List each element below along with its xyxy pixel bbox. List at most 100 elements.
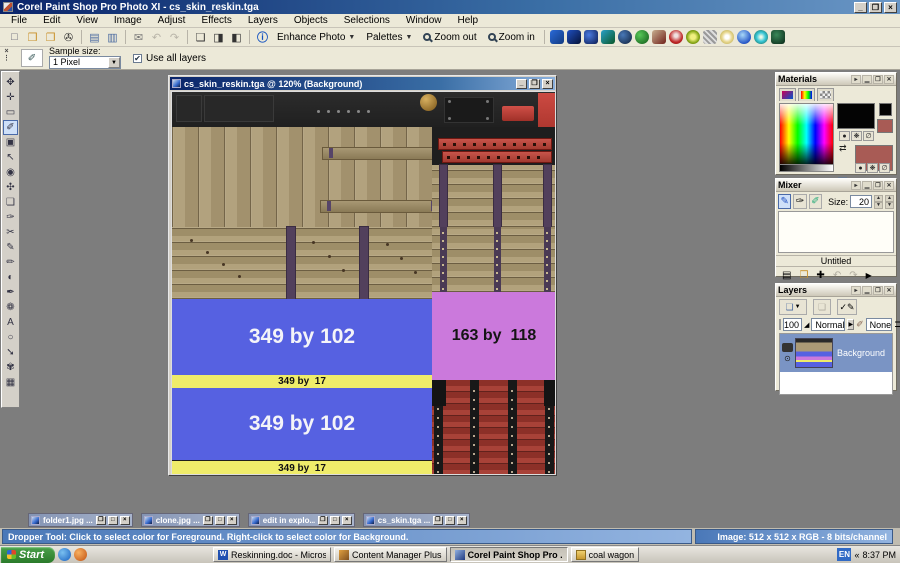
menu-adjust[interactable]: Adjust <box>151 14 193 27</box>
plugin-icon[interactable] <box>737 30 751 44</box>
minimized-doc-cs-skin[interactable]: cs_skin.tga ... ❐□× <box>363 513 470 527</box>
new-layer-button[interactable]: ❏▼ <box>779 299 807 315</box>
menu-image[interactable]: Image <box>107 14 149 27</box>
plugin-icon[interactable] <box>635 30 649 44</box>
plugin-icon[interactable] <box>720 30 734 44</box>
clone-brush-tool[interactable]: ❏ <box>3 195 18 210</box>
image-canvas[interactable]: 349 by 102 349 by 17 349 by 102 349 by 1… <box>171 91 556 475</box>
menu-objects[interactable]: Objects <box>287 14 335 27</box>
image-minimize-button[interactable]: _ <box>516 79 527 89</box>
plugin-icon[interactable] <box>771 30 785 44</box>
makeover-tool[interactable]: ✣ <box>3 180 18 195</box>
new-icon[interactable]: □ <box>6 29 23 45</box>
image-close-button[interactable]: × <box>542 79 553 89</box>
bg-color-style-icon[interactable]: ● <box>855 163 866 173</box>
pan-tool[interactable]: ✥ <box>3 75 18 90</box>
image-window-title-bar[interactable]: cs_skin_reskin.tga @ 120% (Background) _… <box>170 77 555 90</box>
warp-brush-tool[interactable]: ✾ <box>3 360 18 375</box>
minimize-button[interactable]: _ <box>854 2 867 13</box>
mixer-knife-tool[interactable]: ✑ <box>793 194 806 209</box>
blend-mode-arrow-icon[interactable]: ▶ <box>847 319 854 330</box>
maximize-icon[interactable]: □ <box>445 516 455 525</box>
opacity-slider-icon[interactable]: ◢ <box>804 321 809 329</box>
panel-minimize-icon[interactable]: ▁ <box>862 181 872 190</box>
plugin-icon[interactable] <box>652 30 666 44</box>
panel-maximize-icon[interactable]: ❐ <box>873 286 883 295</box>
capture-icon[interactable]: ◨ <box>210 29 227 45</box>
tray-expand-icon[interactable]: « <box>854 550 859 560</box>
twain-acquire-icon[interactable]: ✇ <box>60 29 77 45</box>
move-tool[interactable]: ✛ <box>3 90 18 105</box>
mesh-warp-tool[interactable]: ▦ <box>3 375 18 390</box>
foreground-swatch[interactable] <box>837 103 875 129</box>
edit-selection-button[interactable]: ✓✎ <box>837 299 857 315</box>
mixer-unmix-icon[interactable]: ↶ <box>833 270 841 281</box>
close-icon[interactable]: × <box>120 516 130 525</box>
info-icon[interactable]: ⓘ <box>254 29 271 45</box>
mixer-area[interactable] <box>778 211 894 253</box>
use-all-layers-checkbox[interactable]: ✔ <box>133 54 142 63</box>
start-button[interactable]: Start <box>1 547 55 563</box>
size-spinner-2[interactable]: ▲▼ <box>885 195 894 209</box>
language-indicator[interactable]: EN <box>837 548 851 561</box>
task-button-coal-wagon[interactable]: coal wagon <box>571 547 640 562</box>
plugin-icon[interactable] <box>618 30 632 44</box>
resize-icon[interactable]: ❑ <box>192 29 209 45</box>
panel-maximize-icon[interactable]: ❐ <box>873 181 883 190</box>
bg-gradient-style-icon[interactable]: ❋ <box>867 163 878 173</box>
open-icon[interactable]: ❒ <box>24 29 41 45</box>
plugin-icon[interactable] <box>584 30 598 44</box>
panel-maximize-icon[interactable]: ❐ <box>873 75 883 84</box>
scratch-remover-tool[interactable]: ✑ <box>3 210 18 225</box>
mixer-title-bar[interactable]: Mixer ▸ ▁ ❐ ✕ <box>776 179 896 192</box>
pen-tool[interactable]: ➘ <box>3 345 18 360</box>
background-color-mini[interactable] <box>877 119 893 133</box>
plugin-icon[interactable] <box>703 30 717 44</box>
zoom-out-button[interactable]: Zoom out <box>418 31 481 44</box>
menu-effects[interactable]: Effects <box>194 14 238 27</box>
undo-icon[interactable]: ↶ <box>148 29 165 45</box>
delete-layer-button[interactable]: ❏ <box>813 299 831 315</box>
menu-view[interactable]: View <box>69 14 105 27</box>
plugin-icon[interactable] <box>754 30 768 44</box>
close-icon[interactable]: × <box>457 516 467 525</box>
save-as-icon[interactable]: ▥ <box>104 29 121 45</box>
panel-pin-icon[interactable]: ▸ <box>851 286 861 295</box>
lighten-darken-tool[interactable]: ◐ <box>3 270 18 285</box>
dropper-tool[interactable]: ✐ <box>3 120 18 135</box>
minimized-doc-edit[interactable]: edit in explo... ❐□× <box>248 513 355 527</box>
fg-transparent-icon[interactable]: ∅ <box>863 131 874 141</box>
crop-tool[interactable]: ▣ <box>3 135 18 150</box>
panel-pin-icon[interactable]: ▸ <box>851 75 861 84</box>
opacity-input[interactable]: 100 <box>783 318 802 331</box>
link-select[interactable]: None <box>866 318 893 331</box>
enhance-photo-button[interactable]: Enhance Photo▼ <box>272 31 360 44</box>
layers-title-bar[interactable]: Layers ▸ ▁ ❐ ✕ <box>776 284 896 297</box>
text-tool[interactable]: A <box>3 315 18 330</box>
mixer-add-icon[interactable]: ✚ <box>816 270 824 281</box>
menu-help[interactable]: Help <box>450 14 485 27</box>
refresh-icon[interactable]: ◧ <box>228 29 245 45</box>
menu-selections[interactable]: Selections <box>337 14 397 27</box>
swap-colors-icon[interactable]: ⇄ <box>839 143 847 154</box>
email-icon[interactable]: ✉ <box>130 29 147 45</box>
image-maximize-button[interactable]: ❐ <box>529 79 540 89</box>
layer-row-background[interactable]: ⊙ Background <box>780 334 892 372</box>
lock-icon[interactable]: ⊐ <box>894 319 900 330</box>
palettes-button[interactable]: Palettes▼ <box>361 31 417 44</box>
red-eye-tool[interactable]: ◉ <box>3 165 18 180</box>
restore-icon[interactable]: ❐ <box>433 516 443 525</box>
rainbow-tab[interactable] <box>798 88 815 101</box>
close-icon[interactable]: × <box>342 516 352 525</box>
swatches-tab[interactable] <box>817 88 834 101</box>
menu-layers[interactable]: Layers <box>241 14 285 27</box>
task-button-paint-shop-pro[interactable]: Corel Paint Shop Pro ... <box>450 547 568 562</box>
mixer-more-icon[interactable]: ▶ <box>866 271 872 280</box>
frame-tab[interactable] <box>779 88 796 101</box>
object-remover-tool[interactable]: ✂ <box>3 225 18 240</box>
maximize-icon[interactable]: □ <box>215 516 225 525</box>
mixer-remix-icon[interactable]: ↷ <box>849 270 857 281</box>
zoom-in-button[interactable]: Zoom in <box>483 31 540 44</box>
mixer-open-page-icon[interactable]: ❒ <box>799 270 808 281</box>
size-spinner[interactable]: ▲▼ <box>874 195 883 209</box>
